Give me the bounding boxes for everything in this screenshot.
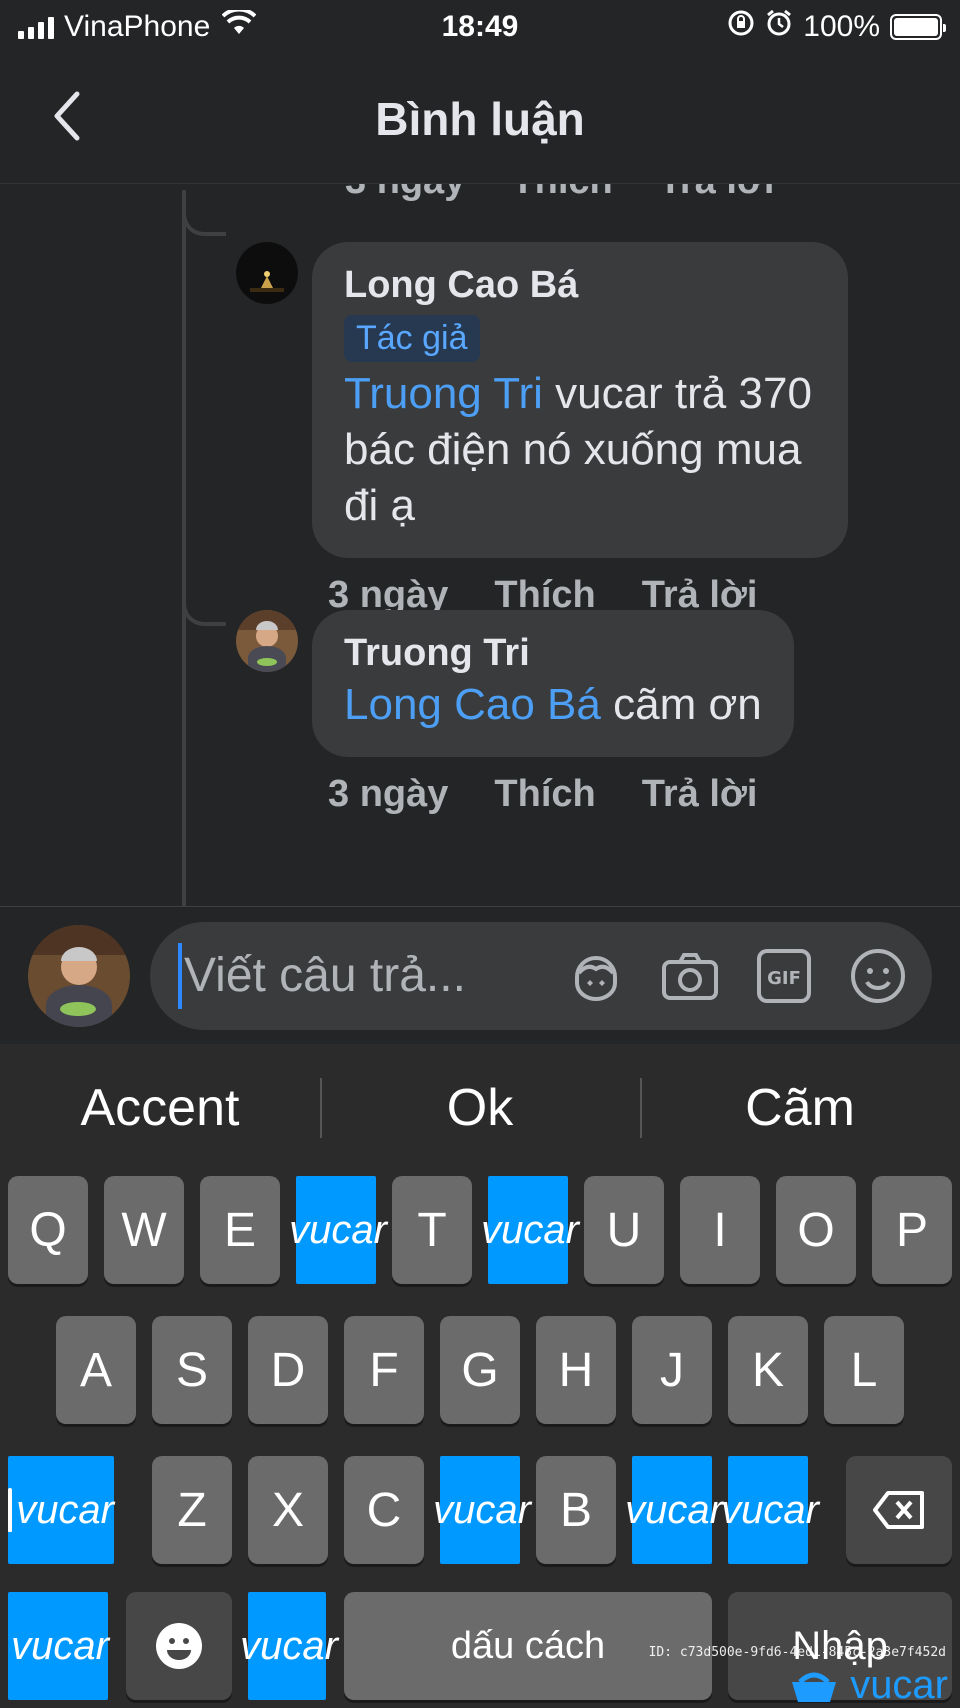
avatar[interactable] bbox=[236, 242, 298, 304]
alarm-icon bbox=[765, 9, 793, 45]
key-d[interactable]: D bbox=[248, 1316, 328, 1424]
key-e[interactable]: E bbox=[200, 1176, 280, 1284]
comment-bubble[interactable]: Truong Tri Long Cao Bá cãm ơn bbox=[312, 610, 794, 757]
avatar[interactable] bbox=[236, 610, 298, 672]
logo-text: vucar bbox=[481, 1207, 579, 1252]
key-t[interactable]: T bbox=[392, 1176, 472, 1284]
mention-link[interactable]: Long Cao Bá bbox=[344, 680, 601, 729]
suggestion-item[interactable]: Ok bbox=[320, 1078, 640, 1138]
comment-time: 3 ngày bbox=[328, 773, 449, 815]
comment-text: Long Cao Bá cãm ơn bbox=[344, 677, 762, 733]
like-button[interactable]: Thích bbox=[494, 773, 595, 816]
author-badge: Tác giả bbox=[344, 315, 480, 362]
key-h[interactable]: H bbox=[536, 1316, 616, 1424]
key-g[interactable]: G bbox=[440, 1316, 520, 1424]
rotation-lock-icon bbox=[727, 9, 755, 45]
header: Bình luận bbox=[0, 54, 960, 184]
comment: Long Cao Bá Tác giả Truong Tri vucar trả… bbox=[236, 242, 848, 617]
key-z[interactable]: Z bbox=[152, 1456, 232, 1564]
logo-text: vucar bbox=[433, 1487, 531, 1532]
watermark-logo: vucar bbox=[786, 1663, 948, 1708]
watermark-brand: vucar bbox=[850, 1663, 948, 1707]
backspace-icon bbox=[873, 1491, 924, 1529]
suggestion-item[interactable]: Cãm bbox=[640, 1078, 960, 1138]
emoji-key[interactable] bbox=[126, 1592, 232, 1700]
key-watermark[interactable]: vucar bbox=[240, 1592, 338, 1700]
key-watermark[interactable]: vucar bbox=[433, 1456, 531, 1564]
gif-icon[interactable]: GIF bbox=[754, 946, 814, 1006]
logo-text: vucar bbox=[16, 1487, 114, 1532]
comment: Truong Tri Long Cao Bá cãm ơn 3 ngày Thí… bbox=[236, 610, 794, 816]
battery-icon bbox=[890, 14, 946, 40]
key-b[interactable]: B bbox=[536, 1456, 616, 1564]
reply-composer: Viết câu trả... GIF bbox=[0, 906, 960, 1044]
logo-text: vucar bbox=[289, 1207, 387, 1252]
reply-button[interactable]: Trả lời bbox=[642, 773, 758, 816]
back-button[interactable] bbox=[36, 86, 96, 146]
reply-input[interactable]: Viết câu trả... bbox=[184, 948, 566, 1003]
key-i[interactable]: I bbox=[680, 1176, 760, 1284]
emoji-icon[interactable] bbox=[848, 946, 908, 1006]
watermark-id: ID: c73d500e-9fd6-4ed1-845c-2a3e7f452d bbox=[648, 1645, 946, 1660]
vucar-logo-icon bbox=[8, 1488, 13, 1532]
key-k[interactable]: K bbox=[728, 1316, 808, 1424]
logo-text: vucar bbox=[721, 1487, 819, 1532]
camera-icon[interactable] bbox=[660, 946, 720, 1006]
logo-text: vucar bbox=[625, 1487, 723, 1532]
reply-input-box[interactable]: Viết câu trả... GIF bbox=[150, 921, 932, 1030]
thread-line bbox=[182, 190, 186, 910]
comments-list: 3 ngày Thích Trả lời Long Cao Bá Tác giả… bbox=[0, 150, 960, 910]
wifi-icon bbox=[221, 7, 257, 44]
suggestion-bar: Accent Ok Cãm bbox=[0, 1044, 960, 1172]
key-f[interactable]: F bbox=[344, 1316, 424, 1424]
gif-label: GIF bbox=[767, 968, 801, 989]
avatar-sticker-icon[interactable] bbox=[566, 946, 626, 1006]
key-watermark[interactable]: vucar bbox=[289, 1176, 387, 1284]
key-j[interactable]: J bbox=[632, 1316, 712, 1424]
page-title: Bình luận bbox=[375, 92, 585, 145]
key-p[interactable]: P bbox=[872, 1176, 952, 1284]
chevron-left-icon bbox=[54, 91, 80, 141]
comment-author[interactable]: Truong Tri bbox=[344, 632, 762, 675]
carrier-name: VinaPhone bbox=[64, 10, 211, 43]
reply-connector bbox=[182, 590, 226, 626]
reply-connector bbox=[182, 200, 226, 236]
comment-bubble[interactable]: Long Cao Bá Tác giả Truong Tri vucar trả… bbox=[312, 242, 848, 558]
key-watermark[interactable]: vucar bbox=[625, 1456, 723, 1564]
backspace-key[interactable] bbox=[846, 1456, 952, 1564]
key-l[interactable]: L bbox=[824, 1316, 904, 1424]
mention-link[interactable]: Truong Tri bbox=[344, 369, 543, 418]
key-watermark[interactable]: vucar bbox=[481, 1176, 579, 1284]
comment-author[interactable]: Long Cao Bá bbox=[344, 264, 816, 307]
keyboard: Accent Ok Cãm Q W Evucar Tvucar U I O P A S D F G H J K… bbox=[0, 1044, 960, 1708]
key-s[interactable]: S bbox=[152, 1316, 232, 1424]
key-c[interactable]: C bbox=[344, 1456, 424, 1564]
logo-text: vucar bbox=[240, 1623, 338, 1668]
signal-icon bbox=[18, 15, 54, 39]
key-o[interactable]: O bbox=[776, 1176, 856, 1284]
status-bar: VinaPhone 18:49 100% bbox=[0, 0, 960, 54]
key-q[interactable]: Q bbox=[8, 1176, 88, 1284]
key-x[interactable]: X bbox=[248, 1456, 328, 1564]
comment-actions: 3 ngày Thích Trả lời bbox=[328, 773, 794, 816]
key-a[interactable]: A bbox=[56, 1316, 136, 1424]
key-watermark[interactable]: vucar bbox=[8, 1592, 109, 1700]
avatar bbox=[28, 924, 130, 1027]
battery-percent: 100% bbox=[803, 10, 880, 43]
logo-text: vucar bbox=[11, 1623, 109, 1668]
comment-body: cãm ơn bbox=[600, 680, 762, 729]
comment-text: Truong Tri vucar trả 370 bác điện nó xuố… bbox=[344, 366, 816, 534]
key-watermark[interactable]: vucar bbox=[8, 1456, 114, 1564]
emoji-icon bbox=[156, 1623, 202, 1669]
suggestion-item[interactable]: Accent bbox=[0, 1078, 320, 1138]
key-u[interactable]: U bbox=[584, 1176, 664, 1284]
key-w[interactable]: W bbox=[104, 1176, 184, 1284]
key-watermark[interactable]: vucar bbox=[721, 1456, 819, 1564]
text-caret bbox=[178, 942, 182, 1009]
